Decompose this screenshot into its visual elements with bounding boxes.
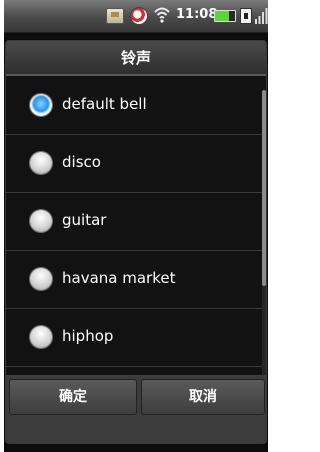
radio-button-checked[interactable] [30, 94, 52, 116]
dialog-title: 铃声 [6, 41, 266, 76]
ringtone-list[interactable]: default bell disco guitar havana market … [6, 78, 266, 425]
radio-button[interactable] [30, 326, 52, 348]
alarm-icon [130, 7, 148, 25]
radio-button[interactable] [30, 210, 52, 232]
ok-button[interactable]: 确定 [9, 379, 137, 415]
list-item[interactable]: hiphop [6, 310, 266, 367]
list-item-label: default bell [62, 95, 147, 113]
list-item[interactable]: havana market [6, 252, 266, 309]
list-item-label: havana market [62, 269, 176, 287]
scrollbar-thumb[interactable] [262, 90, 266, 286]
sd-card-icon [106, 8, 124, 24]
list-item-label: disco [62, 153, 101, 171]
radio-button[interactable] [30, 268, 52, 290]
scrollbar[interactable] [262, 90, 266, 410]
notification-box-icon [240, 8, 252, 24]
wifi-icon [154, 7, 170, 23]
list-item[interactable]: default bell [6, 78, 266, 135]
ringtone-dialog: 铃声 default bell disco guitar havana mark… [5, 40, 267, 444]
status-bar: 11:08 [4, 0, 268, 33]
list-item[interactable]: disco [6, 136, 266, 193]
clock-time: 11:08 [176, 7, 218, 22]
list-item-label: hiphop [62, 327, 114, 345]
dialog-button-bar: 确定 取消 [6, 375, 266, 443]
battery-icon [214, 10, 236, 22]
list-item[interactable]: guitar [6, 194, 266, 251]
signal-icon [255, 8, 268, 24]
list-item-label: guitar [62, 211, 107, 229]
phone-screen: 11:08 铃声 default bell disco guitar havan… [4, 0, 268, 452]
radio-button[interactable] [30, 152, 52, 174]
cancel-button[interactable]: 取消 [141, 379, 265, 415]
